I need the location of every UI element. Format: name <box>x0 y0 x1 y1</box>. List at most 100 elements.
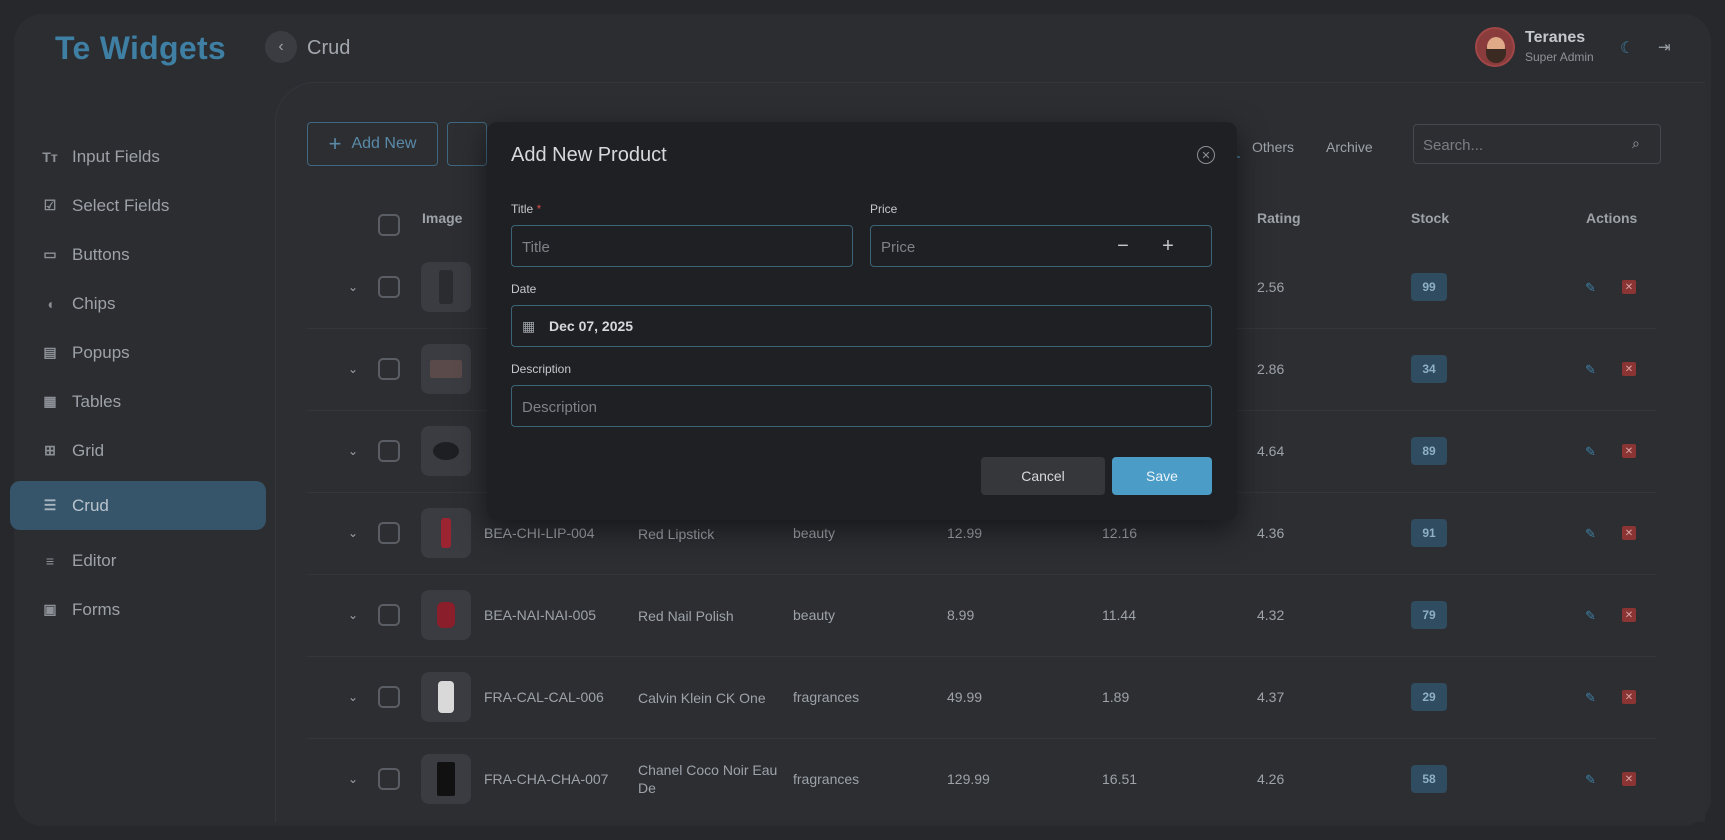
stock-badge: 34 <box>1411 355 1447 383</box>
cell-discount: 16.51 <box>1102 771 1138 787</box>
description-field[interactable] <box>511 385 1212 427</box>
delete-icon[interactable]: ✕ <box>1622 362 1636 376</box>
price-field[interactable]: − + <box>870 225 1212 267</box>
row-checkbox[interactable] <box>378 686 400 708</box>
chevron-down-icon[interactable]: ⌄ <box>348 608 362 622</box>
delete-icon[interactable]: ✕ <box>1622 772 1636 786</box>
close-icon[interactable]: ✕ <box>1197 146 1215 164</box>
product-thumbnail <box>421 590 471 640</box>
description-input[interactable] <box>522 396 1082 418</box>
product-thumbnail <box>421 426 471 476</box>
filter-tab-others[interactable]: Others <box>1252 139 1294 155</box>
chevron-down-icon[interactable]: ⌄ <box>348 280 362 294</box>
edit-icon[interactable]: ✎ <box>1585 772 1599 787</box>
row-checkbox[interactable] <box>378 440 400 462</box>
edit-icon[interactable]: ✎ <box>1585 444 1599 459</box>
cell-price: 12.99 <box>947 525 983 541</box>
sidebar-item-label: Tables <box>72 391 122 411</box>
stock-badge: 99 <box>1411 273 1447 301</box>
cell-category: beauty <box>793 525 836 541</box>
search-input[interactable] <box>1423 134 1623 156</box>
cell-rating: 2.56 <box>1257 279 1285 295</box>
chevron-down-icon[interactable]: ⌄ <box>348 362 362 376</box>
title-field[interactable] <box>511 225 853 267</box>
sidebar-item-popups[interactable]: ▤ Popups <box>10 328 266 377</box>
date-field[interactable]: ▦ Dec 07, 2025 <box>511 305 1212 347</box>
row-checkbox[interactable] <box>378 358 400 380</box>
checkbox-icon: ☑ <box>43 197 57 213</box>
delete-icon[interactable]: ✕ <box>1622 690 1636 704</box>
row-checkbox[interactable] <box>378 604 400 626</box>
cell-title: Chanel Coco Noir Eau De <box>638 762 778 796</box>
cell-category: fragrances <box>793 689 860 705</box>
cell-title: Red Lipstick <box>638 526 715 542</box>
cell-title: Red Nail Polish <box>638 608 734 624</box>
stock-badge: 79 <box>1411 601 1447 629</box>
bulk-action-button[interactable] <box>447 122 487 166</box>
edit-icon[interactable]: ✎ <box>1585 690 1599 705</box>
cell-rating: 4.64 <box>1257 443 1285 459</box>
sidebar-item-label: Buttons <box>72 244 130 264</box>
filter-tab-archive[interactable]: Archive <box>1326 139 1373 155</box>
search-field[interactable]: ⌕ <box>1413 124 1661 164</box>
title-input[interactable] <box>522 236 794 258</box>
sidebar-item-label: Grid <box>72 440 105 460</box>
column-header-rating[interactable]: Rating <box>1257 210 1301 226</box>
chevron-down-icon[interactable]: ⌄ <box>348 526 362 540</box>
cell-title: Calvin Klein CK One <box>638 690 766 706</box>
column-header-stock[interactable]: Stock <box>1411 210 1449 226</box>
save-button[interactable]: Save <box>1112 457 1212 495</box>
row-checkbox[interactable] <box>378 768 400 790</box>
sidebar-item-select-fields[interactable]: ☑ Select Fields <box>10 181 266 230</box>
search-icon[interactable]: ⌕ <box>1632 135 1648 151</box>
delete-icon[interactable]: ✕ <box>1622 526 1636 540</box>
sidebar-item-input-fields[interactable]: Tт Input Fields <box>10 132 266 181</box>
cancel-button[interactable]: Cancel <box>981 457 1105 495</box>
chevron-down-icon[interactable]: ⌄ <box>348 444 362 458</box>
row-divider <box>307 656 1657 657</box>
sidebar-item-label: Input Fields <box>72 146 160 166</box>
plus-icon[interactable]: + <box>1157 235 1179 257</box>
calendar-icon[interactable]: ▦ <box>522 318 538 334</box>
edit-icon[interactable]: ✎ <box>1585 526 1599 541</box>
column-header-image[interactable]: Image <box>422 210 462 226</box>
cell-price: 49.99 <box>947 689 983 705</box>
delete-icon[interactable]: ✕ <box>1622 444 1636 458</box>
cell-sku: FRA-CAL-CAL-006 <box>484 689 604 705</box>
delete-icon[interactable]: ✕ <box>1622 280 1636 294</box>
edit-icon[interactable]: ✎ <box>1585 280 1599 295</box>
page-title: Crud <box>307 37 351 59</box>
sidebar-item-tables[interactable]: ▦ Tables <box>10 377 266 426</box>
sidebar-item-grid[interactable]: ⊞ Grid <box>10 426 266 475</box>
select-all-checkbox[interactable] <box>378 214 400 236</box>
row-checkbox[interactable] <box>378 276 400 298</box>
stock-badge: 91 <box>1411 519 1447 547</box>
minus-icon[interactable]: − <box>1112 235 1134 257</box>
add-new-button[interactable]: + Add New <box>307 122 438 166</box>
app-logo[interactable]: Te Widgets <box>55 30 226 67</box>
row-checkbox[interactable] <box>378 522 400 544</box>
cell-sku: BEA-NAI-NAI-005 <box>484 607 597 623</box>
delete-icon[interactable]: ✕ <box>1622 608 1636 622</box>
sidebar-item-crud[interactable]: ☰ Crud <box>10 481 266 530</box>
edit-icon[interactable]: ✎ <box>1585 608 1599 623</box>
moon-icon[interactable]: ☾ <box>1620 38 1638 57</box>
logout-icon[interactable]: ⇥ <box>1658 38 1676 56</box>
column-header-actions: Actions <box>1586 210 1638 226</box>
edit-icon[interactable]: ✎ <box>1585 362 1599 377</box>
cell-rating: 4.26 <box>1257 771 1285 787</box>
row-divider <box>307 574 1657 575</box>
plus-icon: + <box>328 131 342 156</box>
sidebar-item-forms[interactable]: ▣ Forms <box>10 585 266 634</box>
sidebar-item-buttons[interactable]: ▭ Buttons <box>10 230 266 279</box>
sidebar-item-chips[interactable]: ◖ Chips <box>10 279 266 328</box>
sidebar-item-editor[interactable]: ≡ Editor <box>10 536 266 585</box>
back-button[interactable]: ‹ <box>265 31 297 63</box>
product-thumbnail <box>421 754 471 804</box>
user-role: Super Admin <box>1525 50 1594 64</box>
chevron-down-icon[interactable]: ⌄ <box>348 772 362 786</box>
cell-discount: 11.44 <box>1102 607 1136 623</box>
avatar[interactable] <box>1475 27 1515 67</box>
price-input[interactable] <box>881 236 1085 258</box>
chevron-down-icon[interactable]: ⌄ <box>348 690 362 704</box>
